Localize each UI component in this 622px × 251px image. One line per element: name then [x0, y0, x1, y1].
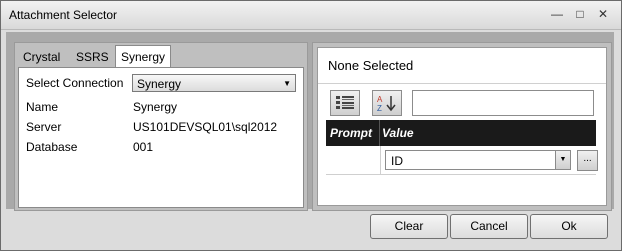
- select-connection-label: Select Connection: [26, 76, 124, 90]
- value-select[interactable]: ID ▼: [385, 150, 571, 170]
- chevron-down-icon: ▼: [283, 79, 291, 88]
- chevron-down-icon[interactable]: ▼: [555, 151, 570, 169]
- parameters-inner: None Selected A Z Prompt Value ID ▼ ...: [317, 47, 607, 206]
- cancel-button[interactable]: Cancel: [450, 214, 528, 239]
- connection-panel: Crystal SSRS Synergy Select Connection S…: [14, 42, 308, 211]
- window-title: Attachment Selector: [9, 8, 118, 22]
- close-button[interactable]: ✕: [596, 7, 610, 21]
- clear-button[interactable]: Clear: [370, 214, 448, 239]
- maximize-button[interactable]: □: [573, 7, 587, 21]
- svg-text:Z: Z: [377, 104, 382, 112]
- title-bar[interactable]: Attachment Selector — □ ✕: [1, 1, 621, 30]
- connection-select-value: Synergy: [137, 77, 182, 91]
- tab-crystal[interactable]: Crystal: [18, 47, 65, 67]
- database-label: Database: [26, 140, 78, 154]
- categorized-view-button[interactable]: [330, 90, 360, 116]
- tab-content-synergy: Select Connection Synergy ▼ Name Synergy…: [18, 67, 304, 208]
- name-value: Synergy: [133, 100, 178, 114]
- selection-header: None Selected: [318, 48, 606, 84]
- prompt-value-grid: Prompt Value ID ▼ ...: [326, 120, 598, 175]
- property-search-input[interactable]: [412, 90, 594, 116]
- ok-button[interactable]: Ok: [530, 214, 608, 239]
- tab-ssrs[interactable]: SSRS: [71, 47, 114, 67]
- categorized-list-icon: [336, 96, 354, 109]
- prompt-cell: [326, 146, 381, 174]
- server-label: Server: [26, 120, 62, 134]
- ellipsis-button[interactable]: ...: [577, 150, 598, 171]
- column-header-prompt: Prompt: [326, 120, 380, 146]
- column-header-value: Value: [382, 126, 414, 140]
- table-row: ID ▼ ...: [326, 146, 598, 175]
- parameters-panel: None Selected A Z Prompt Value ID ▼ ...: [312, 42, 612, 211]
- server-value: US101DEVSQL01\sql2012: [133, 120, 278, 134]
- minimize-button[interactable]: —: [550, 7, 564, 21]
- grid-header: Prompt Value: [326, 120, 596, 146]
- database-value: 001: [133, 140, 154, 154]
- tab-synergy[interactable]: Synergy: [115, 45, 172, 68]
- svg-text:A: A: [377, 95, 383, 104]
- connection-select[interactable]: Synergy ▼: [132, 74, 296, 92]
- sort-az-icon: A Z: [377, 95, 396, 112]
- name-label: Name: [26, 100, 59, 114]
- sort-alphabetical-button[interactable]: A Z: [372, 90, 402, 116]
- value-select-text: ID: [391, 154, 403, 168]
